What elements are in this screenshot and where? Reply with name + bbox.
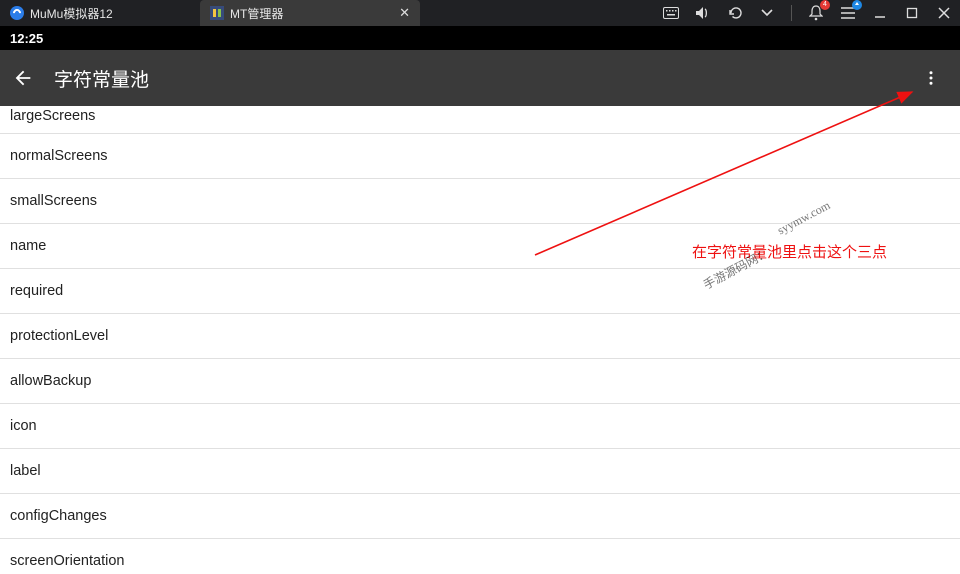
list-item-label: configChanges	[10, 508, 107, 524]
android-status-bar: 12:25	[0, 26, 960, 50]
bell-icon[interactable]: 4	[808, 5, 824, 21]
list-item[interactable]: largeScreens	[0, 106, 960, 134]
back-arrow-icon[interactable]	[12, 67, 34, 89]
undo-icon[interactable]	[727, 5, 743, 21]
page-title: 字符常量池	[54, 65, 149, 92]
list-item[interactable]: required	[0, 269, 960, 314]
emulator-tab-inactive-label: MuMu模拟器12	[30, 5, 113, 22]
app-bar: 字符常量池	[0, 50, 960, 106]
mt-manager-icon	[210, 6, 224, 20]
list-item-label: icon	[10, 418, 37, 434]
keyboard-icon[interactable]	[663, 5, 679, 21]
bell-badge: 4	[820, 0, 830, 10]
menu-lines-icon[interactable]	[840, 5, 856, 21]
menu-badge	[852, 0, 862, 10]
list-item-label: largeScreens	[10, 108, 95, 124]
window-close-icon[interactable]	[936, 5, 952, 21]
list-item-label: required	[10, 283, 63, 299]
window-minimize-icon[interactable]	[872, 5, 888, 21]
list-item[interactable]: label	[0, 449, 960, 494]
volume-icon[interactable]	[695, 5, 711, 21]
list-item[interactable]: protectionLevel	[0, 314, 960, 359]
emulator-titlebar: MuMu模拟器12 MT管理器 ✕ 4	[0, 0, 960, 26]
list-item[interactable]: allowBackup	[0, 359, 960, 404]
emulator-window-controls: 4	[663, 0, 952, 26]
chevron-down-icon[interactable]	[759, 5, 775, 21]
mumu-logo-icon	[10, 6, 24, 20]
list-item-label: smallScreens	[10, 193, 97, 209]
emulator-tab-active[interactable]: MT管理器 ✕	[200, 0, 420, 26]
string-list[interactable]: largeScreens normalScreens smallScreens …	[0, 106, 960, 574]
list-item[interactable]: configChanges	[0, 494, 960, 539]
status-time: 12:25	[10, 31, 43, 46]
list-item-label: screenOrientation	[10, 553, 124, 569]
window-maximize-icon[interactable]	[904, 5, 920, 21]
list-item-label: name	[10, 238, 46, 254]
list-item[interactable]: name	[0, 224, 960, 269]
list-item[interactable]: icon	[0, 404, 960, 449]
separator	[791, 5, 792, 21]
emulator-tab-active-label: MT管理器	[230, 5, 283, 22]
tab-close-icon[interactable]: ✕	[399, 5, 410, 21]
list-item[interactable]: normalScreens	[0, 134, 960, 179]
list-item-label: label	[10, 463, 41, 479]
list-item[interactable]: screenOrientation	[0, 539, 960, 574]
list-item-label: normalScreens	[10, 148, 108, 164]
list-item[interactable]: smallScreens	[0, 179, 960, 224]
list-item-label: protectionLevel	[10, 328, 108, 344]
more-vert-icon[interactable]	[914, 61, 948, 95]
list-item-label: allowBackup	[10, 373, 91, 389]
emulator-tab-inactive[interactable]: MuMu模拟器12	[0, 0, 200, 26]
